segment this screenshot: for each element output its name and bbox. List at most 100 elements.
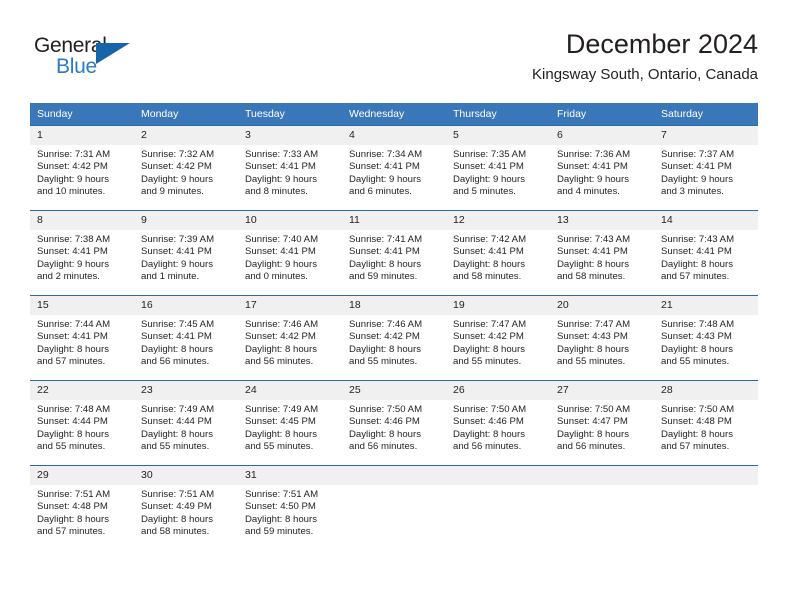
day-number: 17 bbox=[238, 296, 342, 315]
day-number: 4 bbox=[342, 126, 446, 145]
daylight-text-line2: and 8 minutes. bbox=[245, 186, 308, 198]
sunrise-text: Sunrise: 7:44 AM bbox=[37, 319, 111, 330]
sunset-text: Sunset: 4:46 PM bbox=[349, 416, 420, 428]
daylight-text-line2: and 56 minutes. bbox=[349, 441, 418, 453]
calendar-day-cell[interactable]: 17 Sunrise: 7:46 AM Sunset: 4:42 PM Dayligh… bbox=[238, 295, 342, 381]
weekday-header-wednesday: Wednesday bbox=[342, 103, 446, 126]
day-number bbox=[654, 466, 758, 485]
day-number: 21 bbox=[654, 296, 758, 315]
calendar-day-cell[interactable]: 1 Sunrise: 7:31 AM Sunset: 4:42 PM Daylight… bbox=[30, 125, 134, 211]
daylight-text-line1: Daylight: 8 hours bbox=[349, 428, 421, 440]
daylight-text-line2: and 56 minutes. bbox=[453, 441, 522, 453]
sunrise-text: Sunrise: 7:51 AM bbox=[245, 489, 319, 500]
calendar-day-cell[interactable]: 5 Sunrise: 7:35 AM Sunset: 4:41 PM Daylight… bbox=[446, 125, 550, 211]
calendar-day-cell[interactable]: 4 Sunrise: 7:34 AM Sunset: 4:41 PM Daylight… bbox=[342, 125, 446, 211]
sunrise-text: Sunrise: 7:46 AM bbox=[349, 319, 423, 330]
day-info: Sunrise: 7:35 AM Sunset: 4:41 PM Daylight:… bbox=[446, 145, 550, 199]
day-info: Sunrise: 7:39 AM Sunset: 4:41 PM Daylight:… bbox=[134, 230, 238, 284]
calendar-week-row: 8 Sunrise: 7:38 AM Sunset: 4:41 PM Daylight… bbox=[30, 210, 758, 296]
calendar-day-cell[interactable]: 27 Sunrise: 7:50 AM Sunset: 4:47 PM Dayligh… bbox=[550, 380, 654, 466]
calendar-day-cell[interactable]: 24 Sunrise: 7:49 AM Sunset: 4:45 PM Dayligh… bbox=[238, 380, 342, 466]
calendar-day-cell[interactable]: 11 Sunrise: 7:41 AM Sunset: 4:41 PM Dayligh… bbox=[342, 210, 446, 296]
day-info: Sunrise: 7:46 AM Sunset: 4:42 PM Daylight:… bbox=[342, 315, 446, 369]
day-info: Sunrise: 7:37 AM Sunset: 4:41 PM Daylight:… bbox=[654, 145, 758, 199]
sunset-text: Sunset: 4:42 PM bbox=[141, 161, 212, 173]
weekday-header-monday: Monday bbox=[134, 103, 238, 126]
sunrise-text: Sunrise: 7:36 AM bbox=[557, 149, 631, 160]
day-number: 5 bbox=[446, 126, 550, 145]
calendar-day-cell[interactable]: 18 Sunrise: 7:46 AM Sunset: 4:42 PM Dayligh… bbox=[342, 295, 446, 381]
calendar-table: Sunday Monday Tuesday Wednesday Thursday… bbox=[30, 103, 758, 550]
day-number: 24 bbox=[238, 381, 342, 400]
sunset-text: Sunset: 4:42 PM bbox=[453, 331, 524, 343]
sunset-text: Sunset: 4:41 PM bbox=[349, 246, 420, 258]
calendar-day-cell[interactable]: 9 Sunrise: 7:39 AM Sunset: 4:41 PM Daylight… bbox=[134, 210, 238, 296]
daylight-text-line2: and 1 minute. bbox=[141, 271, 200, 283]
calendar-day-cell[interactable]: 20 Sunrise: 7:47 AM Sunset: 4:43 PM Dayligh… bbox=[550, 295, 654, 381]
sunrise-text: Sunrise: 7:35 AM bbox=[453, 149, 527, 160]
day-info: Sunrise: 7:34 AM Sunset: 4:41 PM Daylight:… bbox=[342, 145, 446, 199]
calendar-day-cell[interactable]: 29 Sunrise: 7:51 AM Sunset: 4:48 PM Dayligh… bbox=[30, 465, 134, 550]
sunrise-text: Sunrise: 7:45 AM bbox=[141, 319, 215, 330]
day-number bbox=[342, 466, 446, 485]
sunset-text: Sunset: 4:41 PM bbox=[453, 161, 524, 173]
daylight-text-line1: Daylight: 8 hours bbox=[245, 343, 317, 355]
calendar-week-row: 1 Sunrise: 7:31 AM Sunset: 4:42 PM Daylight… bbox=[30, 125, 758, 211]
daylight-text-line1: Daylight: 8 hours bbox=[141, 428, 213, 440]
logo[interactable]: General Blue bbox=[34, 34, 144, 82]
calendar-day-cell[interactable]: 8 Sunrise: 7:38 AM Sunset: 4:41 PM Daylight… bbox=[30, 210, 134, 296]
daylight-text-line2: and 55 minutes. bbox=[453, 356, 522, 368]
calendar-day-cell[interactable]: 30 Sunrise: 7:51 AM Sunset: 4:49 PM Dayligh… bbox=[134, 465, 238, 550]
calendar-day-cell[interactable]: 28 Sunrise: 7:50 AM Sunset: 4:48 PM Dayligh… bbox=[654, 380, 758, 466]
sunrise-text: Sunrise: 7:50 AM bbox=[661, 404, 735, 415]
day-number: 3 bbox=[238, 126, 342, 145]
calendar-day-cell[interactable]: 26 Sunrise: 7:50 AM Sunset: 4:46 PM Dayligh… bbox=[446, 380, 550, 466]
calendar-day-cell[interactable]: 12 Sunrise: 7:42 AM Sunset: 4:41 PM Dayligh… bbox=[446, 210, 550, 296]
day-info: Sunrise: 7:51 AM Sunset: 4:50 PM Daylight:… bbox=[238, 485, 342, 539]
sunset-text: Sunset: 4:41 PM bbox=[557, 246, 628, 258]
daylight-text-line2: and 55 minutes. bbox=[141, 441, 210, 453]
calendar-day-cell[interactable]: 23 Sunrise: 7:49 AM Sunset: 4:44 PM Dayligh… bbox=[134, 380, 238, 466]
calendar-day-cell[interactable]: 15 Sunrise: 7:44 AM Sunset: 4:41 PM Dayligh… bbox=[30, 295, 134, 381]
calendar-day-cell[interactable]: 22 Sunrise: 7:48 AM Sunset: 4:44 PM Dayligh… bbox=[30, 380, 134, 466]
day-number: 16 bbox=[134, 296, 238, 315]
sunrise-text: Sunrise: 7:39 AM bbox=[141, 234, 215, 245]
day-info: Sunrise: 7:48 AM Sunset: 4:43 PM Daylight:… bbox=[654, 315, 758, 369]
calendar-day-cell[interactable]: 3 Sunrise: 7:33 AM Sunset: 4:41 PM Daylight… bbox=[238, 125, 342, 211]
daylight-text-line1: Daylight: 9 hours bbox=[245, 173, 317, 185]
day-number: 6 bbox=[550, 126, 654, 145]
logo-text-blue: Blue bbox=[56, 55, 97, 78]
sunrise-text: Sunrise: 7:37 AM bbox=[661, 149, 735, 160]
calendar-day-cell[interactable]: 2 Sunrise: 7:32 AM Sunset: 4:42 PM Daylight… bbox=[134, 125, 238, 211]
daylight-text-line2: and 56 minutes. bbox=[245, 356, 314, 368]
logo-triangle-icon bbox=[96, 43, 130, 64]
daylight-text-line1: Daylight: 8 hours bbox=[37, 513, 109, 525]
calendar-day-cell[interactable]: 7 Sunrise: 7:37 AM Sunset: 4:41 PM Daylight… bbox=[654, 125, 758, 211]
sunset-text: Sunset: 4:42 PM bbox=[349, 331, 420, 343]
calendar-day-cell-empty bbox=[446, 465, 550, 550]
sunrise-text: Sunrise: 7:49 AM bbox=[245, 404, 319, 415]
calendar-day-cell[interactable]: 21 Sunrise: 7:48 AM Sunset: 4:43 PM Dayligh… bbox=[654, 295, 758, 381]
daylight-text-line1: Daylight: 8 hours bbox=[349, 258, 421, 270]
calendar-day-cell[interactable]: 25 Sunrise: 7:50 AM Sunset: 4:46 PM Dayligh… bbox=[342, 380, 446, 466]
calendar-day-cell[interactable]: 10 Sunrise: 7:40 AM Sunset: 4:41 PM Dayligh… bbox=[238, 210, 342, 296]
sunset-text: Sunset: 4:48 PM bbox=[37, 501, 108, 513]
calendar-day-cell[interactable]: 6 Sunrise: 7:36 AM Sunset: 4:41 PM Daylight… bbox=[550, 125, 654, 211]
calendar-day-cell[interactable]: 31 Sunrise: 7:51 AM Sunset: 4:50 PM Dayligh… bbox=[238, 465, 342, 550]
sunset-text: Sunset: 4:44 PM bbox=[37, 416, 108, 428]
day-info: Sunrise: 7:50 AM Sunset: 4:46 PM Daylight:… bbox=[446, 400, 550, 454]
daylight-text-line2: and 2 minutes. bbox=[37, 271, 100, 283]
day-number: 7 bbox=[654, 126, 758, 145]
day-number: 18 bbox=[342, 296, 446, 315]
day-info bbox=[550, 485, 654, 489]
day-info: Sunrise: 7:42 AM Sunset: 4:41 PM Daylight:… bbox=[446, 230, 550, 284]
sunset-text: Sunset: 4:41 PM bbox=[661, 246, 732, 258]
day-number: 2 bbox=[134, 126, 238, 145]
day-number: 13 bbox=[550, 211, 654, 230]
calendar-day-cell[interactable]: 19 Sunrise: 7:47 AM Sunset: 4:42 PM Dayligh… bbox=[446, 295, 550, 381]
sunset-text: Sunset: 4:46 PM bbox=[453, 416, 524, 428]
sunrise-text: Sunrise: 7:33 AM bbox=[245, 149, 319, 160]
calendar-day-cell[interactable]: 13 Sunrise: 7:43 AM Sunset: 4:41 PM Dayligh… bbox=[550, 210, 654, 296]
calendar-day-cell[interactable]: 16 Sunrise: 7:45 AM Sunset: 4:41 PM Dayligh… bbox=[134, 295, 238, 381]
calendar-day-cell[interactable]: 14 Sunrise: 7:43 AM Sunset: 4:41 PM Dayligh… bbox=[654, 210, 758, 296]
